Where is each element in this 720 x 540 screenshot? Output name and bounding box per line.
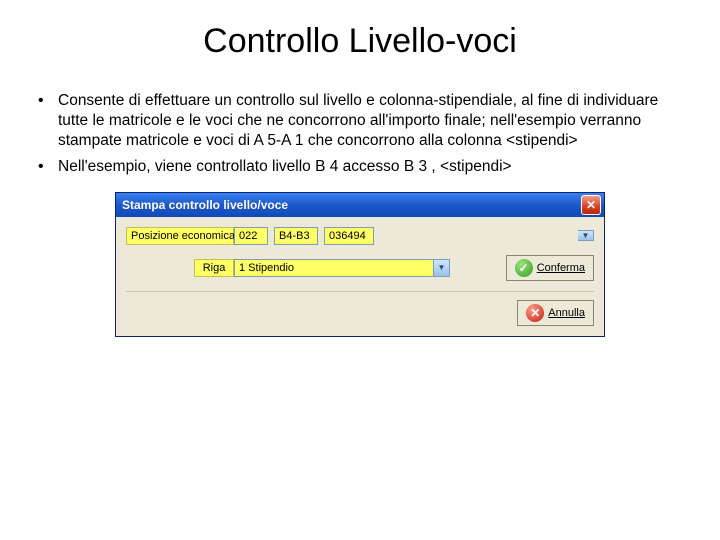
label-posizione: Posizione economica xyxy=(126,227,234,245)
cancel-icon: ✕ xyxy=(526,304,544,322)
bullet-item: Nell'esempio, viene controllato livello … xyxy=(32,157,688,177)
value-code: 022 xyxy=(234,227,268,245)
title-bar: Stampa controllo livello/voce ✕ xyxy=(116,193,604,217)
separator xyxy=(126,291,594,292)
value-level: B4-B3 xyxy=(274,227,318,245)
confirm-button[interactable]: ✓ Conferma xyxy=(506,255,594,281)
dropdown-posizione[interactable]: ▼ xyxy=(578,230,594,241)
label-riga: Riga xyxy=(194,259,234,277)
bullet-list: Consente di effettuare un controllo sul … xyxy=(32,91,688,178)
chevron-down-icon: ▼ xyxy=(434,259,450,277)
page-title: Controllo Livello-voci xyxy=(32,22,688,61)
window-title: Stampa controllo livello/voce xyxy=(122,198,581,212)
row-posizione: Posizione economica 022 B4-B3 036494 ▼ xyxy=(126,227,594,245)
close-button[interactable]: ✕ xyxy=(581,195,601,215)
value-stipendio: 1 Stipendio xyxy=(234,259,434,277)
cancel-button[interactable]: ✕ Annulla xyxy=(517,300,594,326)
row-riga: Riga 1 Stipendio ▼ ✓ Conferma xyxy=(126,255,594,281)
bullet-item: Consente di effettuare un controllo sul … xyxy=(32,91,688,151)
dialog-body: Posizione economica 022 B4-B3 036494 ▼ R… xyxy=(116,217,604,336)
field-code[interactable]: 022 xyxy=(234,227,268,245)
confirm-label: Conferma xyxy=(537,262,585,274)
field-stipendio[interactable]: 1 Stipendio ▼ xyxy=(234,259,450,277)
check-icon: ✓ xyxy=(515,259,533,277)
value-num: 036494 xyxy=(324,227,374,245)
footer-buttons: ✕ Annulla xyxy=(126,300,594,326)
close-icon: ✕ xyxy=(586,198,596,212)
cancel-label: Annulla xyxy=(548,307,585,319)
dialog-window: Stampa controllo livello/voce ✕ Posizion… xyxy=(115,192,605,337)
chevron-down-icon: ▼ xyxy=(578,230,594,241)
